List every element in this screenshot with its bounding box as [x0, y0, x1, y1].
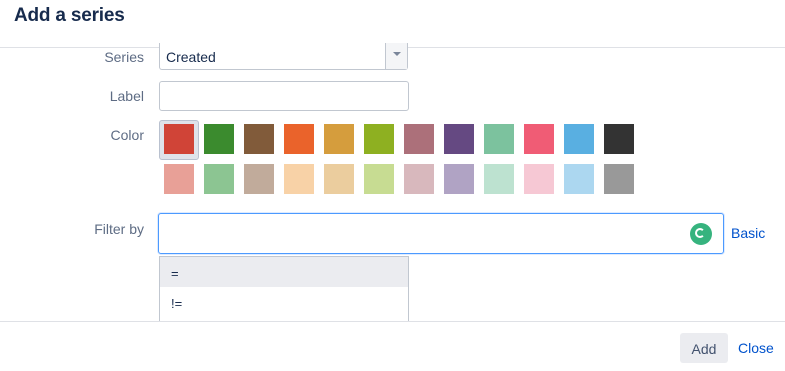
label-input[interactable]	[159, 81, 409, 111]
color-swatch[interactable]	[324, 124, 354, 154]
chevron-down-icon[interactable]	[385, 43, 407, 69]
color-swatch[interactable]	[604, 124, 634, 154]
filter-label: Filter by	[94, 221, 144, 237]
series-select[interactable]: Created	[159, 43, 408, 70]
suggestion-label: =	[171, 266, 179, 281]
series-select-value: Created	[166, 49, 216, 65]
color-swatch[interactable]	[564, 124, 594, 154]
dialog-title: Add a series	[14, 5, 125, 26]
color-swatch[interactable]	[284, 164, 314, 194]
color-swatch[interactable]	[364, 164, 394, 194]
add-button[interactable]: Add	[680, 333, 728, 363]
color-swatch[interactable]	[484, 164, 514, 194]
color-swatch[interactable]	[244, 164, 274, 194]
color-label: Color	[110, 127, 144, 143]
suggestion-label: !=	[171, 296, 183, 311]
filter-input[interactable]	[158, 213, 724, 254]
color-swatch[interactable]	[524, 164, 554, 194]
color-swatch[interactable]	[484, 124, 514, 154]
dialog-header: Add a series	[0, 0, 785, 48]
color-swatch[interactable]	[564, 164, 594, 194]
color-swatch[interactable]	[204, 124, 234, 154]
color-swatch[interactable]	[164, 124, 194, 154]
color-swatch[interactable]	[444, 164, 474, 194]
suggestion-item[interactable]: !=	[160, 287, 408, 317]
dialog-footer	[0, 321, 785, 371]
series-label: Series	[104, 49, 144, 65]
color-swatch[interactable]	[604, 164, 634, 194]
color-swatch[interactable]	[324, 164, 354, 194]
color-swatch[interactable]	[164, 164, 194, 194]
color-swatch[interactable]	[404, 164, 434, 194]
color-swatch[interactable]	[444, 124, 474, 154]
label-field-label: Label	[109, 88, 144, 104]
color-swatch[interactable]	[524, 124, 554, 154]
color-swatch[interactable]	[284, 124, 314, 154]
color-swatch[interactable]	[204, 164, 234, 194]
basic-mode-link[interactable]: Basic	[731, 225, 765, 241]
color-swatch[interactable]	[244, 124, 274, 154]
loading-spinner-icon	[690, 223, 712, 245]
color-swatch[interactable]	[364, 124, 394, 154]
close-link[interactable]: Close	[738, 340, 774, 356]
operator-suggestions: = !=	[159, 256, 409, 322]
color-swatch[interactable]	[404, 124, 434, 154]
suggestion-item[interactable]: =	[160, 257, 408, 287]
